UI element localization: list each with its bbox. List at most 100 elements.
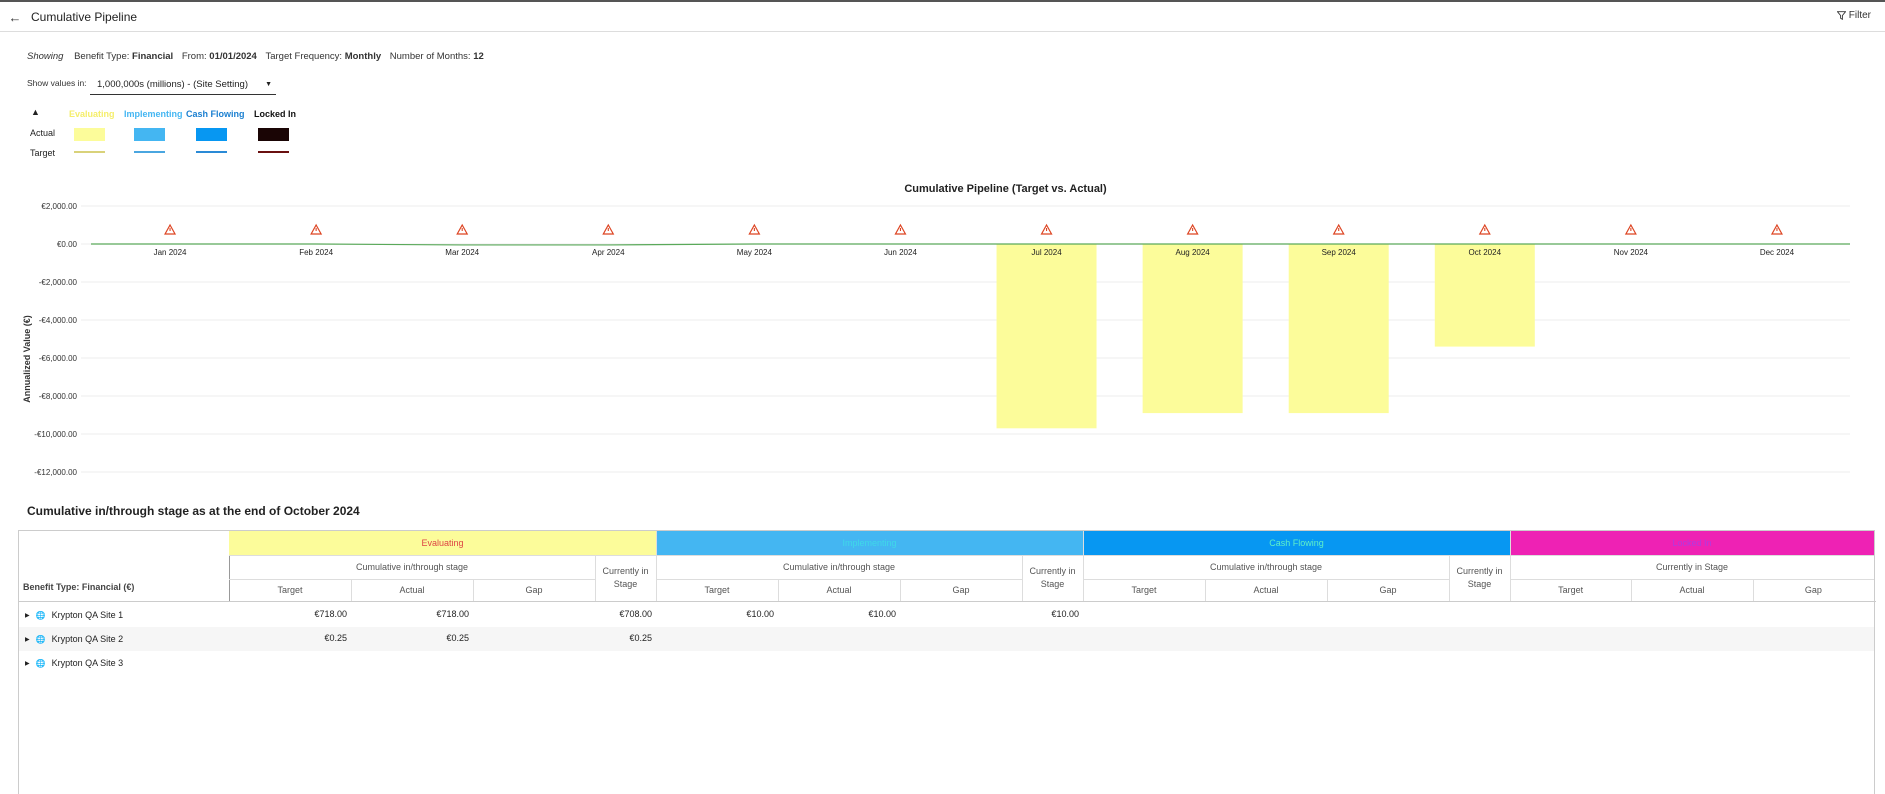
legend-header-cash-flowing[interactable]: Cash Flowing — [186, 109, 245, 119]
y-tick-label: -€10,000.00 — [34, 430, 77, 439]
x-tick-label: Apr 2024 — [592, 248, 625, 257]
divider — [229, 555, 1874, 556]
expand-row-icon[interactable]: ▶ — [25, 612, 30, 619]
x-tick-label: May 2024 — [737, 248, 773, 257]
filter-button[interactable]: Filter — [1836, 10, 1871, 21]
x-tick-label: Feb 2024 — [299, 248, 333, 257]
table-cell-value: €10.00 — [1051, 609, 1079, 619]
divider — [656, 531, 657, 601]
col-header-target: Target — [1131, 585, 1157, 595]
col-header-target: Target — [1558, 585, 1584, 595]
expand-row-icon[interactable]: ▶ — [25, 636, 30, 643]
current-stage-header: Currently in Stage — [602, 566, 649, 589]
row-header: Benefit Type: Financial (€) — [23, 582, 135, 592]
divider — [1510, 531, 1511, 601]
divider — [778, 579, 779, 601]
from-value: 01/01/2024 — [209, 51, 257, 62]
stage-header-cash-flowing: Cash Flowing — [1083, 531, 1510, 555]
months-value: 12 — [473, 51, 484, 62]
from-key: From: — [181, 51, 207, 62]
table-cell-value: €0.25 — [324, 633, 347, 643]
units-select[interactable]: 1,000,000s (millions) - (Site Setting) ▼ — [90, 76, 276, 95]
table-title: Cumulative in/through stage as at the en… — [27, 504, 360, 518]
units-label: Show values in: — [27, 78, 87, 88]
legend-header-implementing[interactable]: Implementing — [124, 109, 183, 119]
table-cell-value: €10.00 — [746, 609, 774, 619]
table-cell-value: €10.00 — [868, 609, 896, 619]
bar-evaluating — [1434, 244, 1535, 347]
frequency-key: Target Frequency: — [265, 51, 343, 62]
table-row[interactable]: ▶ 🌐 Krypton QA Site 2 — [25, 627, 123, 651]
x-tick-label: Oct 2024 — [1469, 248, 1502, 257]
collapse-legend-icon[interactable]: ▲ — [31, 107, 40, 117]
y-tick-label: -€6,000.00 — [39, 354, 78, 363]
y-tick-label: -€12,000.00 — [34, 468, 77, 477]
table-row[interactable]: ▶ 🌐 Krypton QA Site 1 — [25, 603, 123, 627]
divider — [473, 579, 474, 601]
globe-icon: 🌐 — [35, 634, 46, 644]
legend-target-locked-in — [258, 151, 289, 153]
y-tick-label: -€8,000.00 — [39, 392, 78, 401]
y-tick-label: €2,000.00 — [41, 202, 77, 211]
x-tick-label: Dec 2024 — [1760, 248, 1795, 257]
legend-header-evaluating[interactable]: Evaluating — [69, 109, 115, 119]
benefit-type-value: Financial — [132, 51, 174, 62]
units-select-value: 1,000,000s (millions) - (Site Setting) — [97, 79, 249, 90]
top-bar: ← Cumulative Pipeline Filter — [0, 0, 1885, 32]
expand-row-icon[interactable]: ▶ — [25, 660, 30, 667]
bar-evaluating — [996, 244, 1097, 429]
divider — [19, 601, 1876, 602]
cumulative-group-header: Cumulative in/through stage — [355, 562, 469, 572]
table-cell-value: €0.25 — [446, 633, 469, 643]
current-stage-header: Currently in Stage — [1456, 566, 1503, 589]
table-cell-value: €708.00 — [619, 609, 652, 619]
chart-title: Cumulative Pipeline (Target vs. Actual) — [904, 183, 1107, 195]
legend-target-cash-flowing — [196, 151, 227, 153]
showing-summary: Showing Benefit Type: Financial From: 01… — [27, 51, 484, 62]
showing-label: Showing — [27, 51, 64, 62]
cumulative-group-header: Cumulative in/through stage — [782, 562, 896, 572]
divider — [1752, 579, 1754, 601]
globe-icon: 🌐 — [35, 610, 46, 620]
divider — [1083, 531, 1084, 601]
stage-header-evaluating: Evaluating — [229, 531, 656, 555]
bar-evaluating — [1142, 244, 1243, 414]
col-header-actual: Actual — [399, 585, 425, 595]
divider — [1205, 579, 1206, 601]
caret-down-icon: ▼ — [265, 81, 272, 88]
col-header-actual: Actual — [1679, 585, 1705, 595]
divider — [900, 579, 901, 601]
target-line — [91, 243, 1850, 246]
y-axis-label: Annualized Value (€) — [22, 315, 32, 403]
legend-target-implementing — [134, 151, 165, 153]
col-header-target: Target — [704, 585, 730, 595]
benefit-type-key: Benefit Type: — [74, 51, 130, 62]
table-cell-value: €718.00 — [314, 609, 347, 619]
filter-label: Filter — [1848, 10, 1871, 21]
filter-icon — [1836, 11, 1846, 20]
current-stage-header: Currently in Stage — [1655, 562, 1729, 572]
x-tick-label: Mar 2024 — [445, 248, 479, 257]
table-row[interactable]: ▶ 🌐 Krypton QA Site 3 — [25, 651, 123, 675]
legend-swatch-locked-in — [258, 128, 289, 141]
frequency-value: Monthly — [344, 51, 382, 62]
legend-actual-label: Actual — [30, 128, 56, 138]
stage-table: Benefit Type: Financial (€) Evaluating Cum… — [18, 530, 1876, 794]
legend-target-evaluating — [74, 151, 105, 153]
legend-target-label: Target — [30, 148, 56, 158]
divider — [351, 579, 352, 601]
row-name-label: Krypton QA Site 1 — [51, 610, 124, 620]
col-header-gap: Gap — [952, 585, 970, 595]
row-name-label: Krypton QA Site 3 — [51, 658, 124, 668]
legend-header-locked-in[interactable]: Locked In — [254, 109, 296, 119]
col-header-gap: Gap — [1804, 585, 1822, 595]
divider — [1631, 579, 1633, 601]
months-key: Number of Months: — [389, 51, 471, 62]
back-arrow-icon[interactable]: ← — [6, 8, 24, 26]
cumulative-pipeline-chart: Cumulative Pipeline (Target vs. Actual) A… — [0, 178, 1885, 478]
x-tick-label: Jul 2024 — [1031, 248, 1062, 257]
current-stage-header: Currently in Stage — [1029, 566, 1076, 589]
x-tick-label: Jun 2024 — [884, 248, 917, 257]
legend-swatch-implementing — [134, 128, 165, 141]
y-tick-label: -€4,000.00 — [39, 316, 78, 325]
